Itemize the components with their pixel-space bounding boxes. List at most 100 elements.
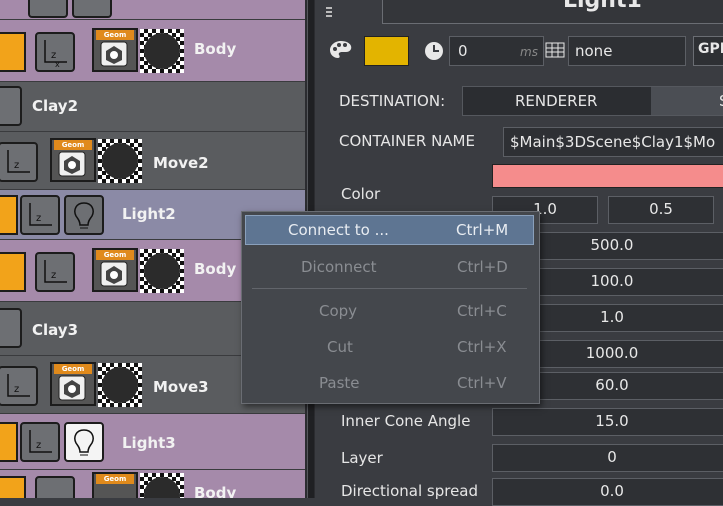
menu-item-copy[interactable]: Copy Ctrl+C [245, 296, 534, 326]
tree-row-light3[interactable]: z Light3 [0, 414, 305, 470]
geom-icon[interactable]: Geom [50, 362, 96, 406]
directional-spread-input[interactable]: 0.0 [492, 478, 723, 506]
time-unit: ms [520, 45, 538, 59]
menu-item-cut[interactable]: Cut Ctrl+X [245, 332, 534, 362]
axis-icon[interactable] [35, 476, 75, 498]
material-sphere-icon[interactable] [140, 29, 184, 73]
container-icon[interactable] [0, 422, 18, 462]
tree-row-label: Body [194, 40, 237, 58]
container-name-value: $Main$3DScene$Clay1$Mo [510, 133, 716, 151]
destination-other-label: S [719, 92, 723, 110]
menu-item-connect-to[interactable]: Connect to ... Ctrl+M [245, 215, 534, 245]
tree-row-label: Body [194, 260, 237, 278]
material-sphere-icon[interactable] [140, 249, 184, 293]
color-preview[interactable] [492, 164, 723, 188]
tree-row-clay2[interactable]: Clay2 [0, 82, 305, 132]
gpi-button[interactable]: GPI [693, 36, 723, 66]
menu-item-label: Paste [319, 374, 360, 392]
tree-row-body-3[interactable]: Geom Body [0, 470, 305, 498]
light-bulb-icon[interactable] [64, 195, 104, 235]
inner-cone-label: Inner Cone Angle [341, 412, 471, 430]
layer-value: 0 [607, 448, 617, 466]
tree-row-body-1[interactable]: zx Geom Body [0, 20, 305, 82]
drag-handle-icon[interactable] [326, 6, 332, 20]
grid-select[interactable]: none [568, 36, 686, 66]
menu-item-shortcut: Ctrl+V [457, 374, 507, 392]
axis-icon[interactable]: z [0, 366, 38, 406]
page-title: Light1 [563, 0, 642, 13]
geom-icon[interactable]: Geom [92, 472, 138, 498]
property-value-text: 100.0 [590, 272, 634, 290]
material-sphere-icon[interactable] [98, 363, 142, 407]
button-top[interactable] [72, 0, 112, 18]
svg-text:z: z [36, 440, 41, 451]
directional-spread-value: 0.0 [600, 482, 624, 500]
axis-icon[interactable]: z [20, 195, 60, 235]
geom-icon[interactable]: Geom [92, 28, 138, 72]
menu-separator [252, 288, 527, 289]
tree-row-label: Light2 [122, 205, 176, 223]
tree-row-label: Body [194, 484, 237, 498]
geom-tag: Geom [96, 474, 134, 484]
tree-row-label: Light3 [122, 434, 176, 452]
destination-label: DESTINATION: [339, 92, 446, 110]
grid-value: none [575, 42, 613, 60]
clock-icon [423, 40, 445, 62]
container-icon[interactable] [0, 195, 18, 235]
tree-row-label: Move2 [153, 154, 209, 172]
property-value-text: 1.0 [600, 308, 624, 326]
menu-item-paste[interactable]: Paste Ctrl+V [245, 368, 534, 398]
menu-item-shortcut: Ctrl+D [457, 258, 508, 276]
title-box: Light1 [382, 0, 723, 24]
container-icon[interactable] [0, 32, 26, 72]
light-bulb-icon[interactable] [64, 422, 104, 462]
clay-icon[interactable] [0, 86, 22, 126]
geom-icon[interactable]: Geom [92, 248, 138, 292]
destination-other-option[interactable]: S [651, 87, 723, 115]
material-sphere-icon[interactable] [140, 473, 184, 498]
property-value-text: 500.0 [590, 236, 634, 254]
menu-item-shortcut: Ctrl+C [457, 302, 507, 320]
tree-row-label: Clay3 [32, 321, 79, 339]
material-sphere-icon[interactable] [98, 139, 142, 183]
tree-row-label: Clay2 [32, 97, 79, 115]
menu-item-disconnect[interactable]: Diconnect Ctrl+D [245, 252, 534, 282]
container-name-input[interactable]: $Main$3DScene$Clay1$Mo [503, 127, 723, 157]
destination-renderer-option[interactable]: RENDERER [515, 92, 597, 110]
axis-icon[interactable]: z [20, 422, 60, 462]
container-icon[interactable] [0, 476, 26, 498]
context-menu: Connect to ... Ctrl+M Diconnect Ctrl+D C… [241, 211, 540, 404]
axis-icon[interactable]: z [0, 142, 38, 182]
axis-button[interactable] [28, 0, 68, 18]
axis-icon[interactable]: z [35, 252, 75, 292]
destination-toggle[interactable]: RENDERER S [462, 86, 723, 116]
container-icon[interactable] [0, 252, 26, 292]
grid-icon [545, 42, 565, 58]
property-value-text: 1000.0 [585, 344, 639, 362]
svg-text:x: x [55, 60, 60, 69]
svg-text:z: z [36, 213, 41, 224]
property-value-text: 60.0 [595, 376, 629, 394]
color-label: Color [341, 185, 381, 203]
gpi-label: GPI [698, 41, 723, 57]
time-input[interactable]: 0 ms [449, 36, 544, 66]
color-swatch-button[interactable] [364, 36, 409, 66]
geom-icon[interactable]: Geom [50, 138, 96, 182]
menu-item-label: Diconnect [301, 258, 377, 276]
tree-row-move2[interactable]: z Geom Move2 [0, 132, 305, 190]
svg-text:z: z [51, 270, 56, 281]
layer-input[interactable]: 0 [492, 444, 723, 472]
inner-cone-value: 15.0 [595, 412, 629, 430]
clay-icon[interactable] [0, 308, 22, 348]
svg-text:z: z [14, 160, 19, 171]
inner-cone-input[interactable]: 15.0 [492, 408, 723, 436]
tree-row-top-partial[interactable] [0, 0, 305, 20]
time-value: 0 [458, 42, 468, 60]
menu-item-label: Connect to ... [288, 221, 389, 239]
menu-item-shortcut: Ctrl+X [457, 338, 507, 356]
axis-icon[interactable]: zx [35, 32, 75, 72]
svg-text:z: z [14, 384, 19, 395]
menu-item-label: Copy [319, 302, 358, 320]
palette-icon[interactable] [329, 39, 353, 61]
color-g-input[interactable]: 0.5 [608, 196, 714, 224]
